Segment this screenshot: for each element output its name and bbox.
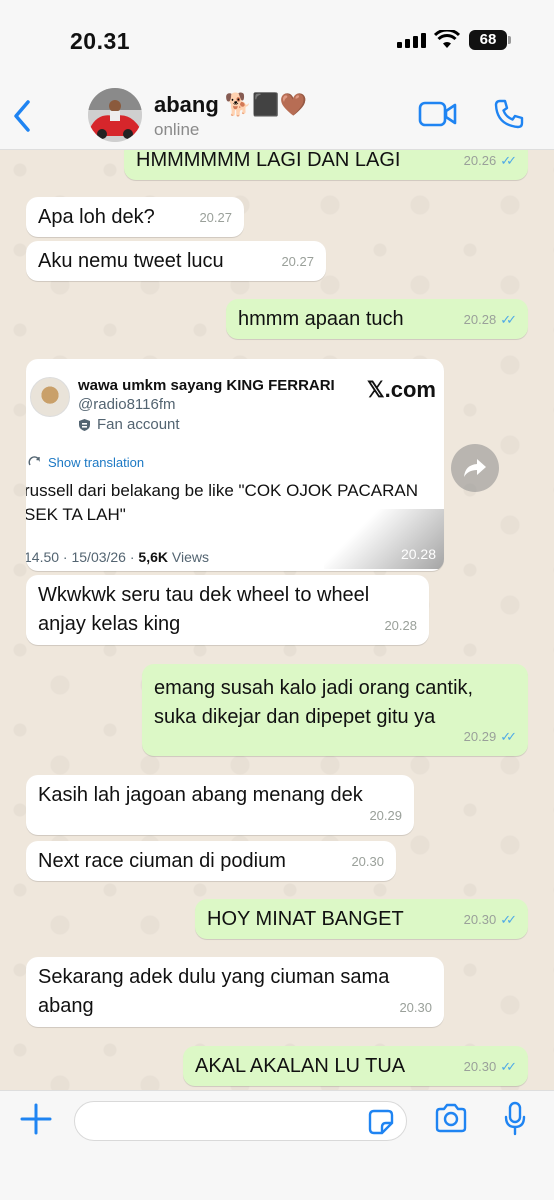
message-time: 20.26 bbox=[463, 153, 497, 168]
tweet-footer: 14.50 · 15/03/26 · 5,6K Views bbox=[26, 549, 209, 565]
tweet-author-name: wawa umkm sayang KING FERRARI bbox=[78, 377, 335, 394]
message-bubble[interactable]: Aku nemu tweet lucu 20.27 bbox=[26, 241, 326, 281]
message-bubble[interactable]: emang susah kalo jadi orang cantik, suka… bbox=[142, 664, 528, 756]
message-bubble[interactable]: AKAL AKALAN LU TUA 20.30 ✓✓ bbox=[183, 1046, 528, 1086]
contact-name[interactable]: abang 🐕‍⬛🤎 bbox=[154, 92, 307, 118]
message-time: 20.28 bbox=[400, 546, 436, 562]
message-time: 20.28 bbox=[384, 618, 417, 633]
fan-account-label: Fan account bbox=[97, 416, 180, 433]
message-input[interactable] bbox=[74, 1101, 407, 1141]
show-translation-label: Show translation bbox=[48, 455, 145, 470]
tweet-author-handle: @radio8116fm bbox=[78, 396, 176, 413]
message-time: 20.27 bbox=[281, 254, 314, 269]
read-receipt-icon: ✓✓ bbox=[500, 312, 517, 327]
forward-icon bbox=[464, 459, 486, 477]
tweet-views: 5,6K bbox=[138, 549, 168, 565]
tweet-preview-card[interactable]: wawa umkm sayang KING FERRARI @radio8116… bbox=[26, 359, 444, 571]
read-receipt-icon: ✓✓ bbox=[500, 729, 517, 744]
wifi-icon bbox=[434, 30, 460, 48]
camera-icon[interactable] bbox=[434, 1103, 468, 1133]
read-receipt-icon: ✓✓ bbox=[500, 1059, 517, 1074]
message-text: Wkwkwk seru tau dek wheel to wheel anjay… bbox=[38, 584, 370, 635]
plus-icon[interactable] bbox=[18, 1101, 54, 1137]
message-bubble[interactable]: Kasih lah jagoan abang menang dek 20.29 bbox=[26, 775, 414, 835]
message-time: 20.30 bbox=[463, 912, 497, 927]
fan-account-icon bbox=[79, 418, 90, 431]
phone-icon[interactable] bbox=[493, 98, 525, 130]
message-bubble[interactable]: Next race ciuman di podium 20.30 bbox=[26, 841, 396, 881]
message-bubble[interactable]: Wkwkwk seru tau dek wheel to wheel anjay… bbox=[26, 575, 429, 645]
video-call-icon[interactable] bbox=[418, 100, 458, 128]
contact-status: online bbox=[154, 120, 200, 139]
translate-icon bbox=[28, 455, 40, 465]
fan-account-badge: Fan account bbox=[78, 416, 180, 433]
message-text: Kasih lah jagoan abang menang dek bbox=[38, 784, 363, 806]
read-receipt-icon: ✓✓ bbox=[500, 153, 517, 168]
message-time: 20.28 bbox=[463, 312, 497, 327]
read-receipt-icon: ✓✓ bbox=[500, 912, 517, 927]
message-bubble[interactable]: HOY MINAT BANGET 20.30 ✓✓ bbox=[195, 899, 528, 939]
cellular-signal-icon bbox=[397, 33, 426, 48]
message-input-bar bbox=[0, 1090, 554, 1200]
tweet-views-label: Views bbox=[168, 549, 209, 565]
show-translation-link[interactable]: Show translation bbox=[28, 455, 144, 470]
tweet-posted: 14.50 · 15/03/26 · bbox=[26, 549, 139, 565]
microphone-icon[interactable] bbox=[503, 1101, 527, 1137]
tweet-domain: 𝕏.com bbox=[366, 377, 436, 402]
back-chevron-icon[interactable] bbox=[10, 96, 34, 136]
message-text: emang susah kalo jadi orang cantik, suka… bbox=[154, 677, 474, 728]
message-time: 20.30 bbox=[351, 854, 384, 869]
status-time: 20.31 bbox=[70, 28, 131, 54]
chat-thread[interactable]: HMMMMMM LAGI DAN LAGI 20.26 ✓✓ Apa loh de… bbox=[0, 150, 554, 1090]
message-time: 20.27 bbox=[199, 210, 232, 225]
message-bubble[interactable]: Apa loh dek? 20.27 bbox=[26, 197, 244, 237]
message-time: 20.30 bbox=[399, 1000, 432, 1015]
tweet-author-avatar bbox=[30, 377, 70, 417]
message-text: HMMMMMM LAGI DAN LAGI bbox=[136, 150, 401, 171]
sticker-icon[interactable] bbox=[368, 1109, 394, 1135]
battery-indicator: 68 bbox=[469, 30, 511, 50]
message-text: Sekarang adek dulu yang ciuman sama aban… bbox=[38, 966, 390, 1017]
forward-button[interactable] bbox=[451, 444, 499, 492]
message-bubble[interactable]: Sekarang adek dulu yang ciuman sama aban… bbox=[26, 957, 444, 1027]
message-time: 20.30 bbox=[463, 1059, 497, 1074]
status-bar: 20.31 68 bbox=[0, 0, 554, 82]
message-text: Next race ciuman di podium bbox=[38, 850, 286, 872]
message-bubble[interactable]: HMMMMMM LAGI DAN LAGI 20.26 ✓✓ bbox=[124, 150, 528, 180]
message-time: 20.29 bbox=[369, 808, 402, 823]
chat-header: abang 🐕‍⬛🤎 online bbox=[0, 82, 554, 150]
message-bubble[interactable]: hmmm apaan tuch 20.28 ✓✓ bbox=[226, 299, 528, 339]
contact-avatar[interactable] bbox=[88, 88, 142, 142]
message-text: Aku nemu tweet lucu bbox=[38, 250, 224, 272]
message-time: 20.29 bbox=[463, 729, 497, 744]
